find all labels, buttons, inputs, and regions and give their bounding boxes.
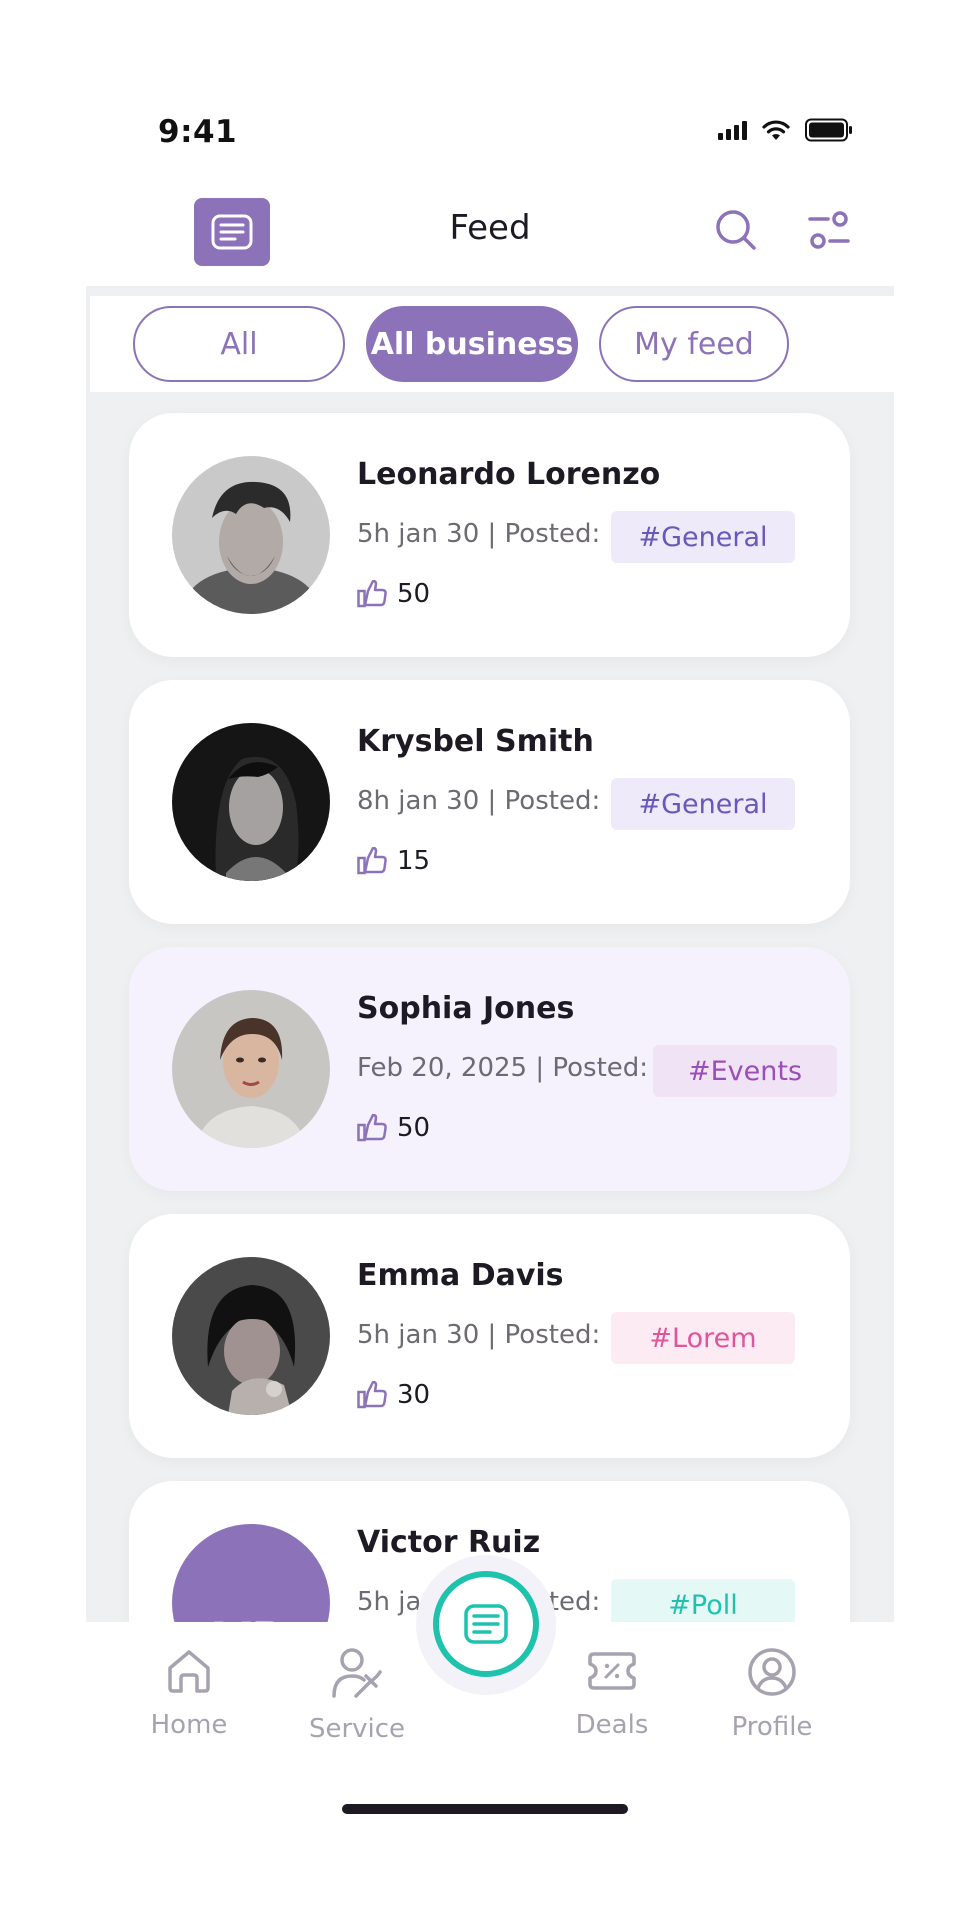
feed-card[interactable]: Emma Davis 5h jan 30 | Posted: #Lorem 30 (129, 1214, 850, 1458)
author-name: Leonardo Lorenzo (357, 457, 661, 492)
avatar (172, 456, 330, 614)
profile-icon (748, 1648, 796, 1696)
post-meta: 5h jan 30 | Posted: (357, 519, 601, 549)
thumbs-up-icon (357, 1381, 387, 1409)
service-icon (332, 1648, 382, 1698)
tab-my-feed[interactable]: My feed (599, 306, 789, 382)
author-name: Sophia Jones (357, 991, 575, 1026)
nav-deals[interactable]: Deals (542, 1646, 682, 1740)
category-tag[interactable]: #General (611, 778, 795, 830)
post-meta: 5h jan 30 | Posted: (357, 1320, 601, 1350)
likes-count: 50 (397, 579, 431, 609)
nav-home[interactable]: Home (119, 1646, 259, 1740)
signal-icon (718, 120, 747, 140)
feed-card[interactable]: Leonardo Lorenzo 5h jan 30 | Posted: #Ge… (129, 413, 850, 657)
screen: 9:41 Feed All All business My feed Leona… (0, 0, 979, 1920)
thumbs-up-icon (357, 580, 387, 608)
post-meta: 8h jan 30 | Posted: (357, 786, 601, 816)
home-indicator (342, 1804, 628, 1814)
filter-icon[interactable] (808, 210, 850, 250)
likes[interactable]: 30 (357, 1380, 430, 1410)
likes[interactable]: 50 (357, 1113, 430, 1143)
author-name: Krysbel Smith (357, 724, 594, 759)
feed-tabs: All All business My feed (90, 296, 894, 392)
likes-count: 50 (397, 1113, 431, 1143)
category-tag[interactable]: #General (611, 511, 795, 563)
feed-icon (464, 1604, 508, 1644)
avatar (172, 723, 330, 881)
author-name: Victor Ruiz (357, 1525, 541, 1560)
likes-count: 15 (397, 846, 431, 876)
avatar (172, 990, 330, 1148)
feed-card[interactable]: Krysbel Smith 8h jan 30 | Posted: #Gener… (129, 680, 850, 924)
tab-all-business[interactable]: All business (366, 306, 578, 382)
avatar (172, 1257, 330, 1415)
thumbs-up-icon (357, 1114, 387, 1142)
search-icon[interactable] (714, 208, 758, 252)
author-name: Emma Davis (357, 1258, 564, 1293)
likes[interactable]: 50 (357, 579, 430, 609)
feed-card[interactable]: Sophia Jones Feb 20, 2025 | Posted: #Eve… (129, 947, 850, 1191)
app-header: Feed (86, 172, 894, 286)
deals-icon (588, 1652, 636, 1690)
nav-profile[interactable]: Profile (702, 1646, 842, 1742)
battery-icon (805, 118, 852, 142)
wifi-icon (762, 120, 790, 140)
nav-service[interactable]: Service (287, 1646, 427, 1744)
category-tag[interactable]: #Events (653, 1045, 837, 1097)
post-meta: Feb 20, 2025 | Posted: (357, 1053, 649, 1083)
page-title: Feed (449, 208, 531, 248)
feed-center-button[interactable] (433, 1571, 539, 1677)
likes[interactable]: 15 (357, 846, 430, 876)
tab-all[interactable]: All (133, 306, 345, 382)
thumbs-up-icon (357, 847, 387, 875)
likes-count: 30 (397, 1380, 431, 1410)
home-icon (168, 1650, 210, 1693)
status-time: 9:41 (158, 114, 238, 150)
status-icons (718, 118, 853, 142)
category-tag[interactable]: #Lorem (611, 1312, 795, 1364)
